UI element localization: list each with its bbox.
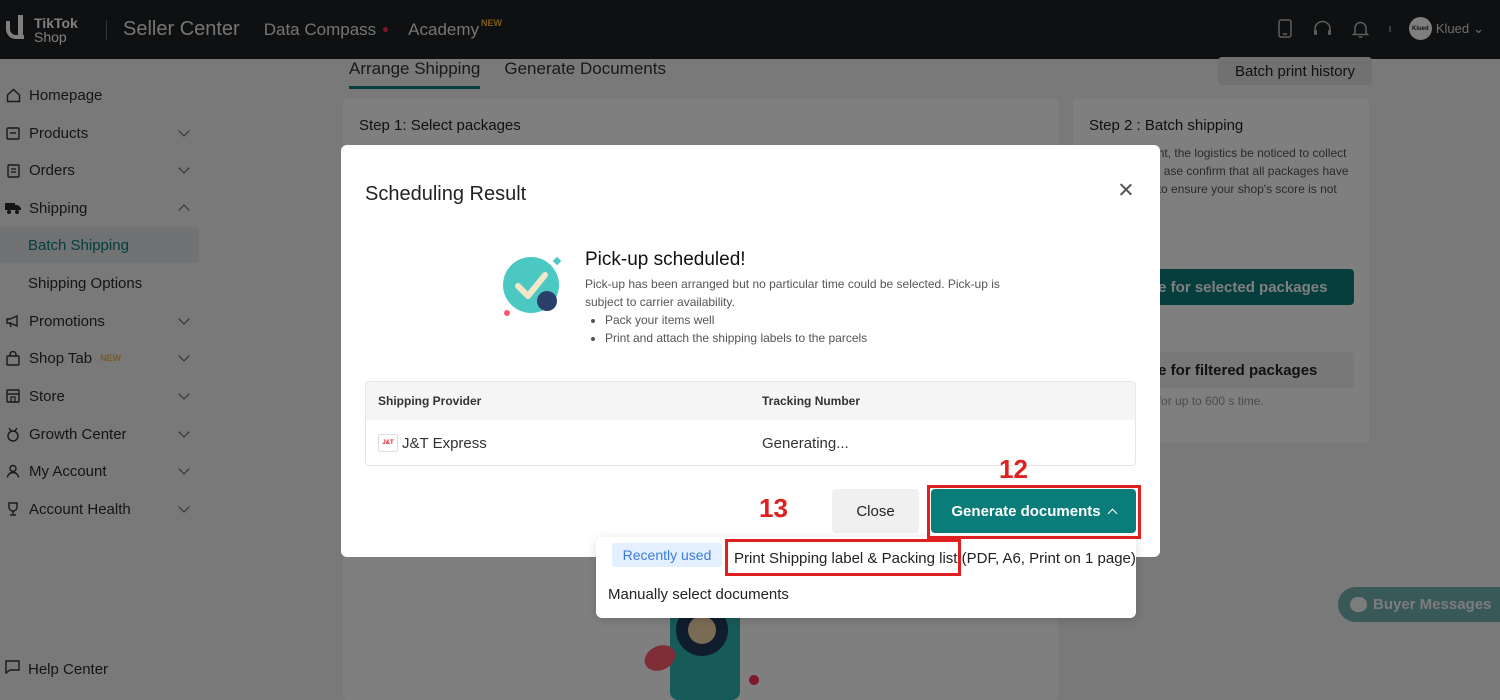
- close-button[interactable]: Close: [832, 489, 919, 533]
- tracking-status: Generating...: [762, 434, 849, 452]
- annotation-number-13: 13: [759, 493, 788, 523]
- manually-select-documents-option[interactable]: Manually select documents: [608, 586, 789, 603]
- provider-name: J&T Express: [402, 434, 487, 452]
- list-item: Print and attach the shipping labels to …: [605, 329, 867, 347]
- result-description: Pick-up has been arranged but no particu…: [585, 277, 1000, 309]
- annotation-box-12: [927, 485, 1141, 539]
- modal-title: Scheduling Result: [365, 183, 527, 205]
- table-header: Shipping Provider Tracking Number: [366, 382, 1135, 420]
- annotation-number-12: 12: [999, 454, 1028, 484]
- success-check-icon: [501, 255, 565, 319]
- header-shipping-provider: Shipping Provider: [378, 394, 482, 408]
- annotation-box-13: [725, 539, 961, 576]
- instruction-list: Pack your items well Print and attach th…: [605, 311, 867, 347]
- jt-express-logo-icon: J&T: [378, 434, 398, 452]
- result-title: Pick-up scheduled!: [585, 249, 746, 270]
- close-icon[interactable]: [1118, 182, 1134, 198]
- header-tracking-number: Tracking Number: [762, 394, 861, 408]
- list-item: Pack your items well: [605, 311, 867, 329]
- recently-used-tag: Recently used: [612, 543, 722, 567]
